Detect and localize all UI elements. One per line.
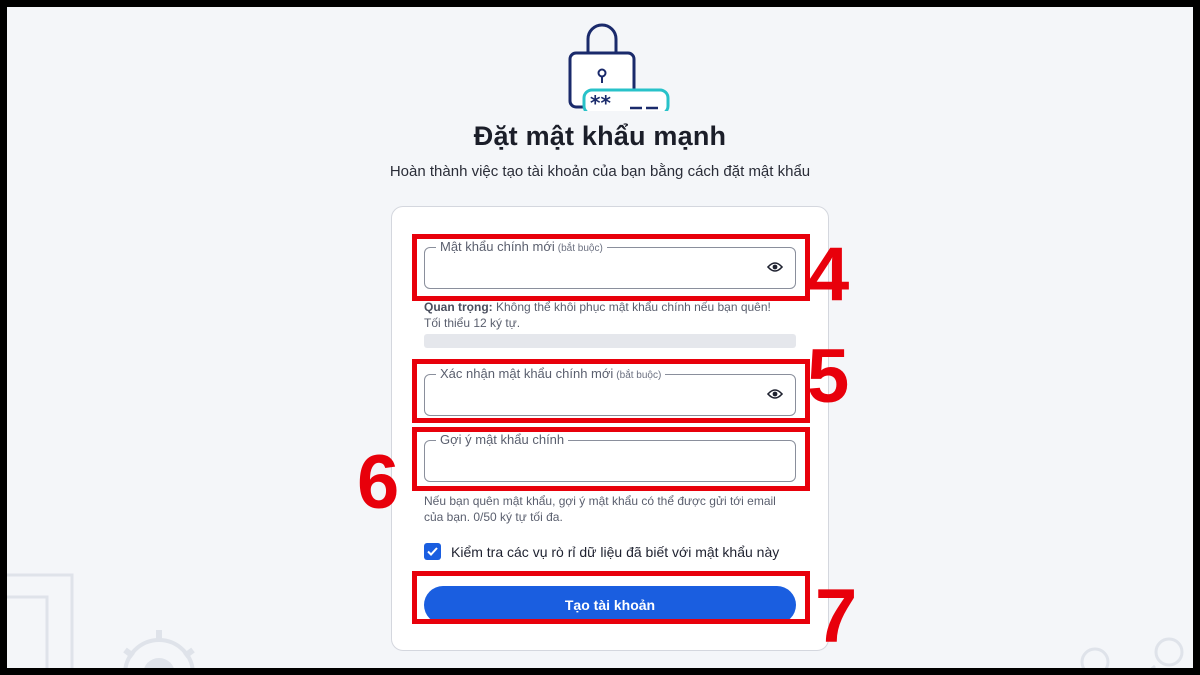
breach-check-checkbox[interactable] xyxy=(424,543,441,560)
checkmark-icon xyxy=(427,547,438,556)
page-subtitle: Hoàn thành việc tạo tài khoản của bạn bằ… xyxy=(389,163,811,180)
screen: ** Đặt mật khẩu mạnh Hoàn thành việc tạo… xyxy=(7,7,1193,668)
annotation-box-5 xyxy=(412,359,810,423)
background-document-illustration xyxy=(7,573,74,668)
breach-check-label: Kiểm tra các vụ rò rỉ dữ liệu đã biết vớ… xyxy=(451,543,780,560)
page-title: Đặt mật khẩu mạnh xyxy=(473,121,727,151)
padlock-password-icon: ** xyxy=(568,23,670,111)
annotation-box-4 xyxy=(412,234,810,301)
annotation-box-6 xyxy=(412,427,810,491)
password-strength-bar xyxy=(424,334,796,348)
annotation-number-6: 6 xyxy=(357,440,400,525)
user-icon xyxy=(1080,637,1184,668)
annotation-number-5: 5 xyxy=(807,334,850,419)
breach-check-row[interactable]: Kiểm tra các vụ rò rỉ dữ liệu đã biết vớ… xyxy=(424,543,779,560)
password-hint-help: Nếu bạn quên mật khẩu, gợi ý mật khẩu có… xyxy=(424,494,776,524)
svg-text:**: ** xyxy=(590,91,611,111)
new-password-hint: Quan trọng: Không thể khôi phục mật khẩu… xyxy=(424,300,771,330)
annotation-number-7: 7 xyxy=(815,574,858,659)
annotation-number-4: 4 xyxy=(807,232,850,317)
gear-icon xyxy=(123,630,195,668)
annotation-box-7 xyxy=(412,571,810,624)
